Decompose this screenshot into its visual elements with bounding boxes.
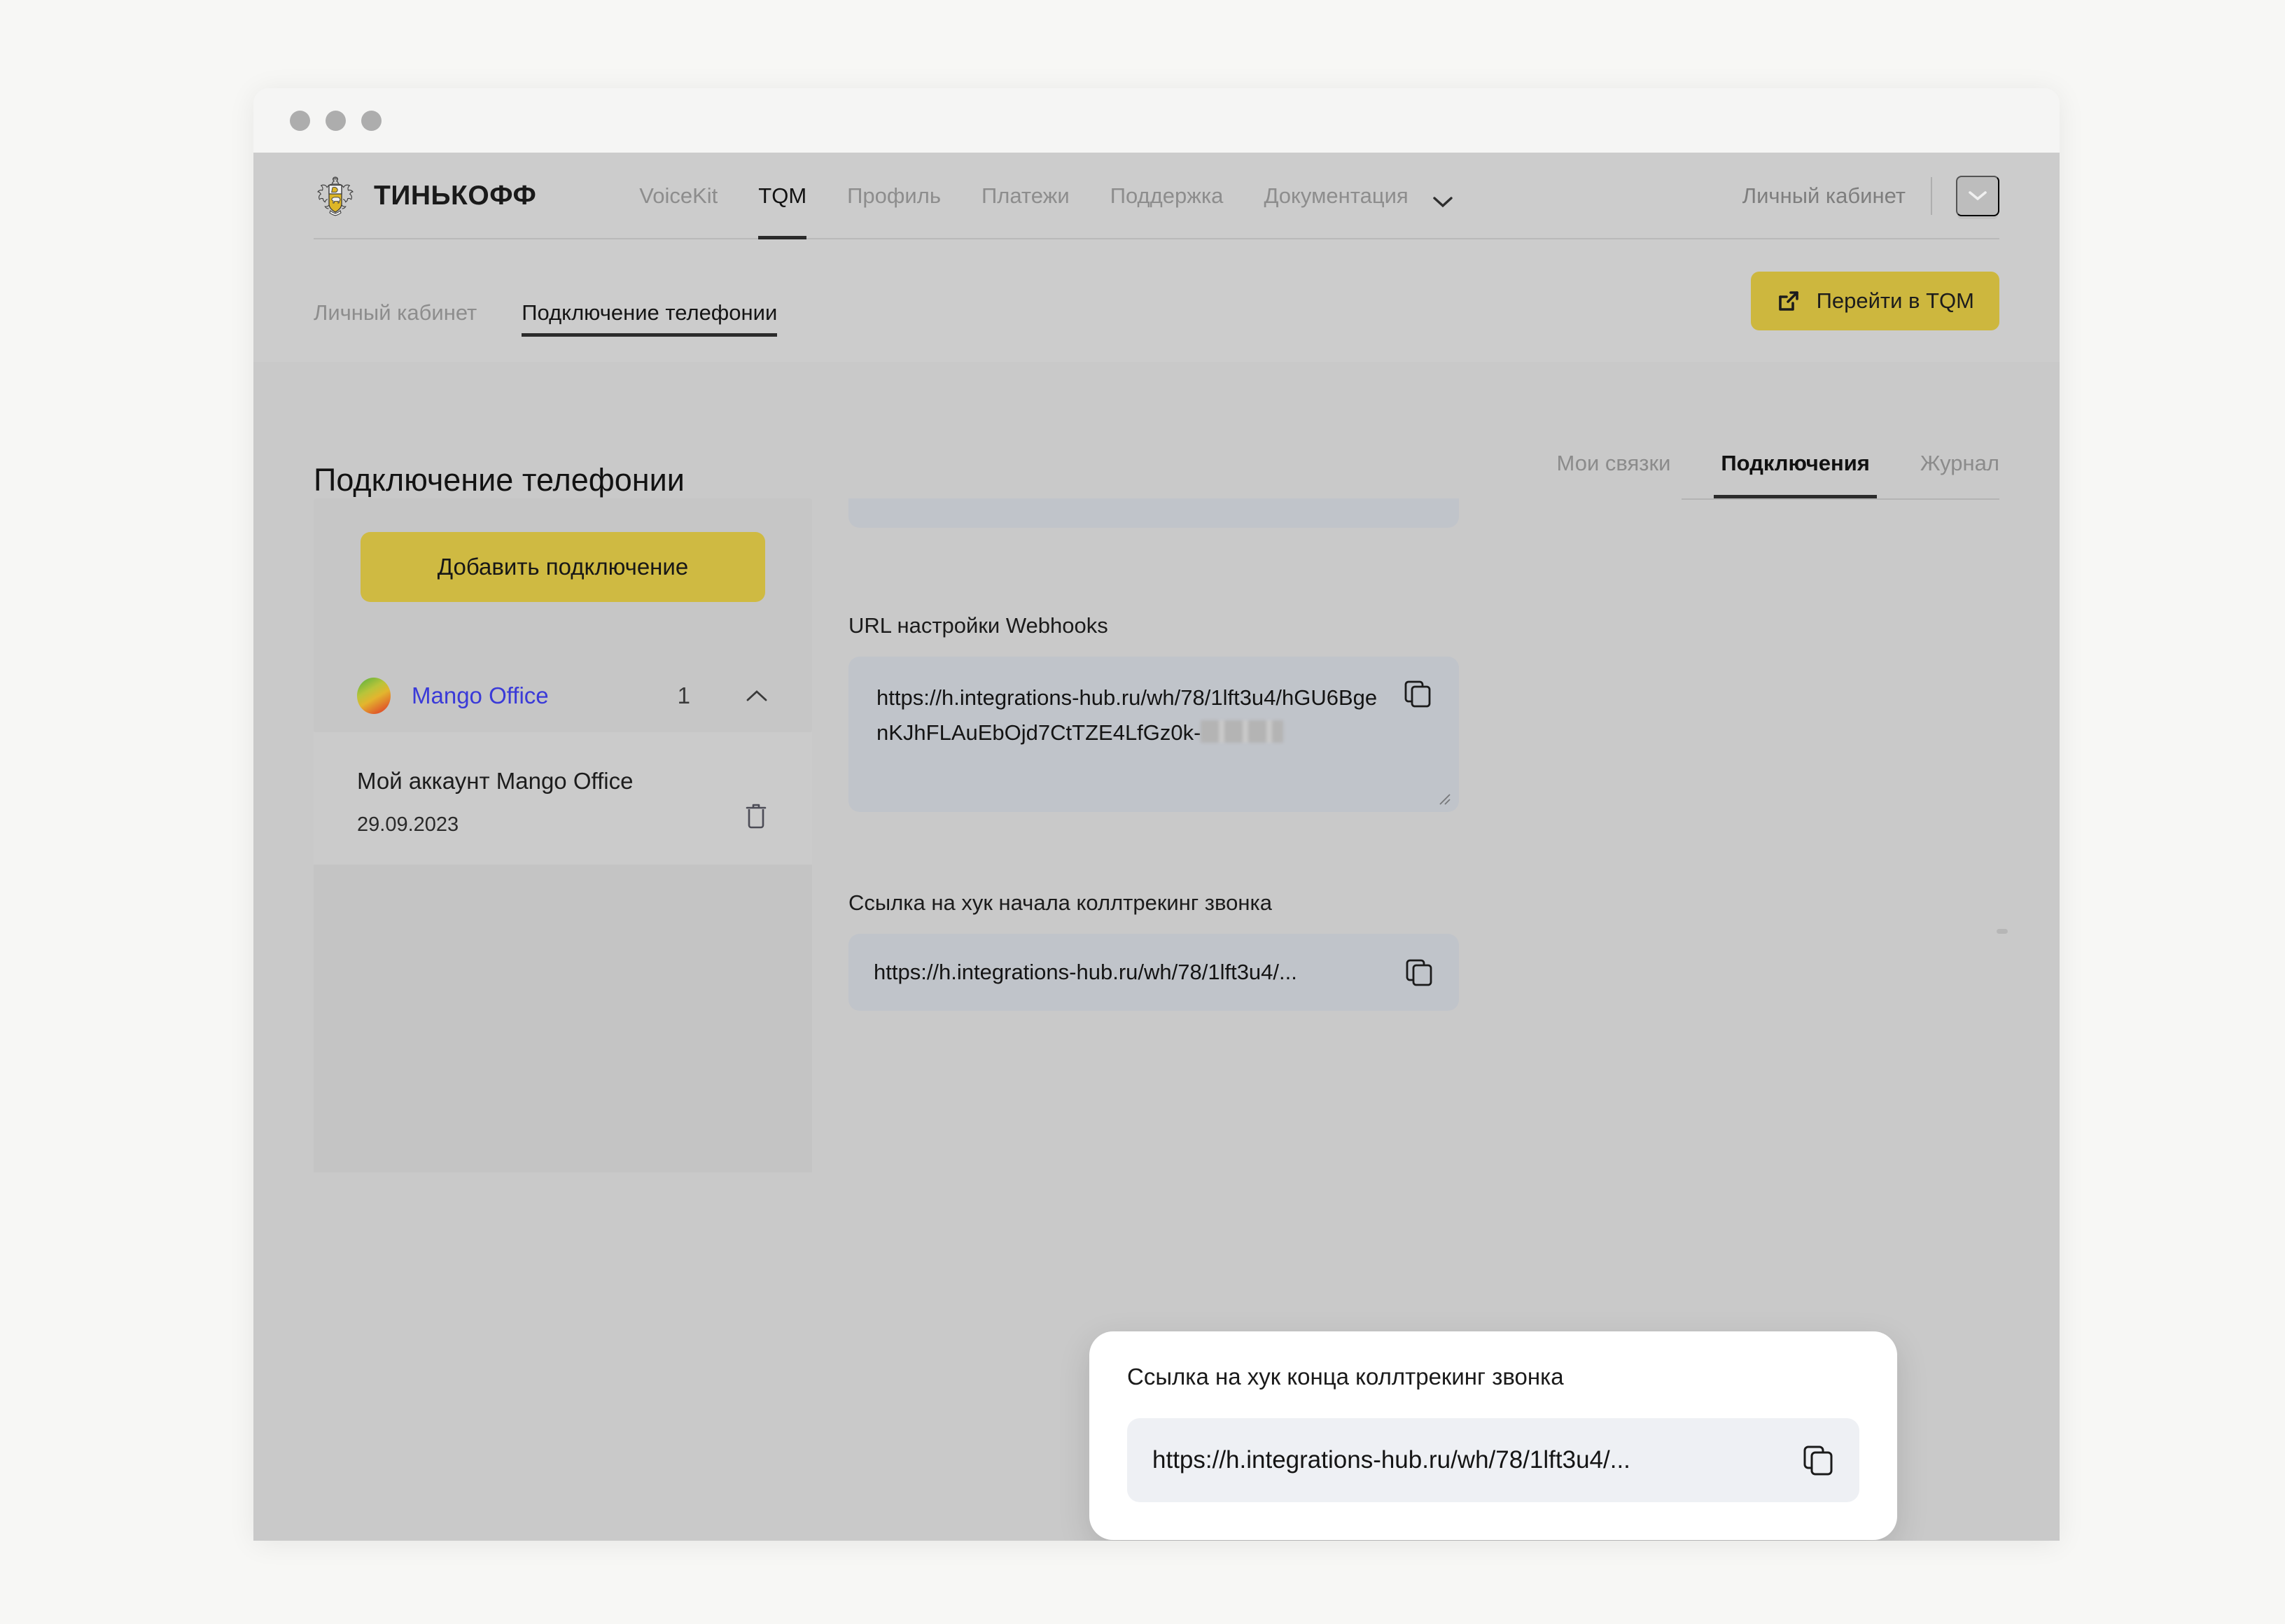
call-start-hook-field[interactable]: https://h.integrations-hub.ru/wh/78/1lft… [848,934,1459,1011]
chevron-up-icon[interactable] [745,684,769,708]
nav-item-profile[interactable]: Профиль [827,153,961,239]
nav-item-documentation-label: Документация [1264,183,1409,208]
tab-connections[interactable]: Подключения [1714,451,1878,498]
account-label[interactable]: Личный кабинет [1742,183,1931,209]
connection-item-text: Мой аккаунт Mango Office 29.09.2023 [357,764,633,836]
nav-item-documentation[interactable]: Документация [1243,153,1453,239]
connections-sidebar: Добавить подключение Mango Office 1 Мой … [314,498,812,1541]
window-minimize-button[interactable] [326,110,346,131]
browser-titlebar [253,88,2060,153]
tab-my-bundles[interactable]: Мои связки [1557,451,1671,498]
header-divider [1931,177,1932,215]
connection-item-name: Мой аккаунт Mango Office [357,768,634,794]
connection-item-date: 29.09.2023 [357,813,459,836]
goto-tqm-label: Перейти в TQM [1816,288,1974,313]
external-link-icon [1776,288,1801,314]
webhook-url-group: URL настройки Webhooks https://h.integra… [848,613,1999,812]
provider-row-mango-office[interactable]: Mango Office 1 [314,661,812,732]
nav-item-voicekit[interactable]: VoiceKit [619,153,738,239]
nav-item-support[interactable]: Поддержка [1090,153,1244,239]
copy-icon[interactable] [1403,679,1432,708]
page-root: ТИНЬКОФФ VoiceKit TQM Профиль Платежи По… [253,153,2060,1541]
provider-count: 1 [677,682,690,708]
call-end-hook-field[interactable]: https://h.integrations-hub.ru/wh/78/1lft… [1127,1418,1859,1502]
subtab-telephony-connection[interactable]: Подключение телефонии [522,300,778,362]
provider-name: Mango Office [412,682,549,708]
webhook-url-label: URL настройки Webhooks [848,613,1108,638]
main-nav: VoiceKit TQM Профиль Платежи Поддержка Д… [619,153,1453,239]
call-end-hook-value: https://h.integrations-hub.ru/wh/78/1lft… [1152,1446,1630,1474]
browser-window: ТИНЬКОФФ VoiceKit TQM Профиль Платежи По… [253,88,2060,1541]
resize-grip-icon[interactable] [1435,790,1451,805]
call-start-hook-group: Ссылка на хук начала коллтрекинг звонка … [848,890,1999,1011]
page-title: Подключение телефонии [314,462,685,498]
add-connection-button[interactable]: Добавить подключение [361,532,765,602]
content-tabs: Мои связки Подключения Журнал [1507,438,1999,498]
call-end-hook-label: Ссылка на хук конца коллтрекинг звонка [1127,1364,1564,1390]
copy-icon[interactable] [1404,958,1434,987]
brand-logo[interactable]: ТИНЬКОФФ [314,174,536,218]
secret-key-field[interactable]: ••••••••••••••••••••e983eb10a29fae34e5e0 [848,498,1459,528]
copy-icon[interactable] [1802,1444,1834,1476]
window-maximize-button[interactable] [361,110,382,131]
webhook-url-textarea[interactable]: https://h.integrations-hub.ru/wh/78/1lft… [848,657,1459,812]
subtab-personal-cabinet[interactable]: Личный кабинет [314,300,477,362]
call-start-hook-value: https://h.integrations-hub.ru/wh/78/1lft… [874,960,1297,984]
call-start-hook-label: Ссылка на хук начала коллтрекинг звонка [848,890,1272,915]
call-end-hook-highlight-card: Ссылка на хук конца коллтрекинг звонка h… [1089,1331,1897,1540]
sub-header-tabs: Личный кабинет Подключение телефонии [314,239,822,362]
webhook-url-value: https://h.integrations-hub.ru/wh/78/1lft… [876,685,1378,746]
sidebar-filler [314,864,812,1172]
secret-key-tail: e983eb10a29fae34e5e0 [1040,498,1282,502]
connection-list-item[interactable]: Мой аккаунт Mango Office 29.09.2023 [314,732,812,864]
brand-wordmark: ТИНЬКОФФ [374,181,537,211]
tinkoff-shield-logo-icon [314,174,357,218]
account-dropdown-button[interactable] [1956,176,1999,216]
chevron-down-icon [1968,190,1987,202]
site-header: ТИНЬКОФФ VoiceKit TQM Профиль Платежи По… [253,153,2060,239]
content-header: Подключение телефонии Мои связки Подключ… [314,362,1999,498]
sub-header: Личный кабинет Подключение телефонии Пер… [253,239,2060,362]
header-account-area: Личный кабинет [1742,176,1999,216]
nav-item-tqm[interactable]: TQM [738,153,827,239]
window-close-button[interactable] [290,110,310,131]
content-scrollbar[interactable] [1997,929,2008,934]
nav-item-payments[interactable]: Платежи [961,153,1090,239]
mango-office-logo-icon [357,678,391,714]
sidebar-card: Добавить подключение Mango Office 1 [314,498,812,732]
redacted-suffix [1201,720,1284,743]
goto-tqm-button[interactable]: Перейти в TQM [1750,271,1999,330]
secret-key-masked: •••••••••••••••••••• [874,498,1040,502]
trash-icon[interactable] [743,801,769,830]
tab-journal[interactable]: Журнал [1920,451,1999,498]
